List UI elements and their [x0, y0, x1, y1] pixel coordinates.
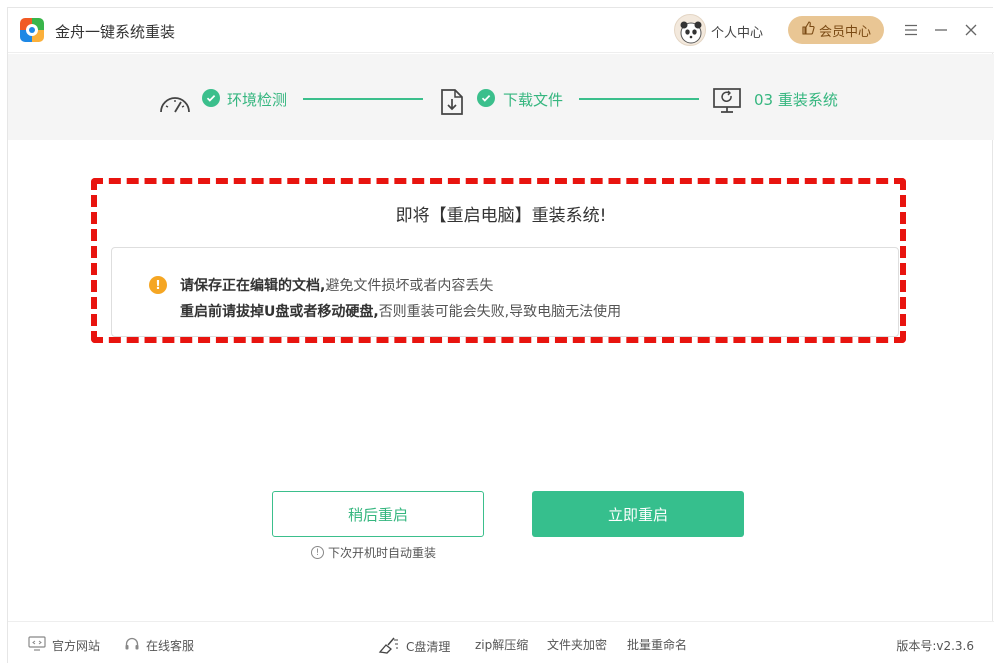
version-label: 版本号:v2.3.6	[896, 639, 974, 653]
broom-icon	[378, 636, 400, 657]
user-center-link[interactable]: 个人中心	[711, 22, 763, 41]
notice-line-1: 请保存正在编辑的文档,避免文件损坏或者内容丢失	[180, 275, 493, 295]
download-file-icon	[440, 88, 464, 120]
step-connector	[303, 98, 423, 100]
official-website-link[interactable]: 官方网站	[28, 636, 100, 654]
progress-steps: 环境检测 下载文件 03 重装系统	[8, 54, 994, 140]
step-connector	[579, 98, 699, 100]
member-center-button[interactable]: 会员中心	[788, 16, 884, 44]
restart-later-button[interactable]: 稍后重启	[272, 491, 484, 537]
notice-line-1-bold: 请保存正在编辑的文档,	[180, 278, 326, 294]
monitor-icon	[28, 636, 46, 654]
notice-line-2: 重启前请拔掉U盘或者移动硬盘,否则重装可能会失败,导致电脑无法使用	[180, 301, 621, 321]
notice-line-2-bold: 重启前请拔掉U盘或者移动硬盘,	[180, 304, 379, 320]
notice-title: 即将【重启电脑】重装系统!	[395, 206, 607, 226]
c-drive-clean-link[interactable]: C盘清理	[378, 636, 450, 657]
monitor-refresh-icon	[712, 87, 742, 119]
app-title: 金舟一键系统重装	[55, 23, 176, 41]
info-icon: !	[311, 546, 324, 559]
check-icon	[477, 89, 495, 107]
folder-encrypt-link[interactable]: 文件夹加密	[547, 636, 607, 653]
online-service-link[interactable]: 在线客服	[124, 636, 194, 655]
title-bar: 金舟一键系统重装 个人中心 会员中心	[8, 8, 994, 53]
footer-bar: 官方网站 在线客服 C盘清理 zip解压缩 文件夹加密 批量重命名 版本号:v2…	[8, 621, 994, 664]
c-drive-clean-label: C盘清理	[406, 640, 451, 654]
headset-icon	[124, 636, 140, 655]
minimize-icon[interactable]	[928, 17, 954, 43]
official-website-label: 官方网站	[52, 638, 101, 653]
batch-rename-link[interactable]: 批量重命名	[627, 636, 687, 653]
restart-now-button[interactable]: 立即重启	[532, 491, 744, 537]
menu-icon[interactable]	[898, 17, 924, 43]
close-icon[interactable]	[958, 17, 984, 43]
user-avatar[interactable]	[674, 14, 706, 46]
auto-reinstall-hint-text: 下次开机时自动重装	[328, 546, 437, 560]
notice-line-2-text: 否则重装可能会失败,导致电脑无法使用	[378, 304, 622, 320]
step-2-label: 下载文件	[503, 91, 564, 109]
notice-line-1-text: 避免文件损坏或者内容丢失	[325, 278, 494, 294]
zip-link[interactable]: zip解压缩	[475, 636, 528, 653]
app-logo-icon	[20, 18, 44, 42]
auto-reinstall-hint: ! 下次开机时自动重装	[311, 544, 436, 561]
gauge-icon	[158, 86, 192, 118]
thumbs-up-icon	[801, 21, 815, 39]
step-1-label: 环境检测	[227, 91, 288, 109]
online-service-label: 在线客服	[146, 639, 195, 653]
check-icon	[202, 89, 220, 107]
step-3-label: 03 重装系统	[754, 91, 838, 109]
warning-icon: !	[149, 276, 167, 294]
app-window: 金舟一键系统重装 个人中心 会员中心 环境检测 下载文件 03 重装系统 即将【…	[7, 7, 994, 664]
member-center-label: 会员中心	[818, 24, 871, 40]
